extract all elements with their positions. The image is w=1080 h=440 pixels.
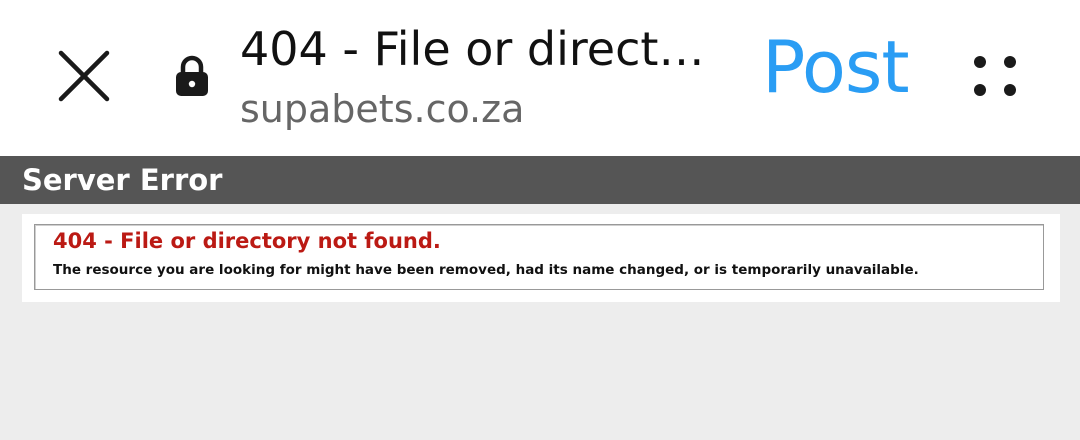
site-domain: supabets.co.za — [240, 87, 525, 131]
more-options-button[interactable] — [968, 50, 1020, 102]
post-button[interactable]: Post — [762, 24, 910, 110]
error-fieldset: 404 - File or directory not found. The r… — [34, 224, 1044, 290]
page-title: 404 - File or directo… — [240, 22, 720, 76]
browser-top-bar: 404 - File or directo… supabets.co.za Po… — [0, 0, 1080, 156]
address-bar[interactable]: 404 - File or directo… supabets.co.za — [240, 18, 740, 134]
server-error-title: Server Error — [22, 163, 223, 197]
four-dots-icon — [974, 56, 1016, 96]
server-error-header: Server Error — [0, 156, 1080, 204]
error-content-panel: 404 - File or directory not found. The r… — [22, 214, 1060, 302]
error-heading: 404 - File or directory not found. — [53, 229, 441, 253]
lock-icon[interactable] — [174, 54, 210, 98]
error-description: The resource you are looking for might h… — [53, 262, 919, 278]
close-button[interactable] — [56, 48, 112, 104]
close-icon — [58, 50, 110, 102]
